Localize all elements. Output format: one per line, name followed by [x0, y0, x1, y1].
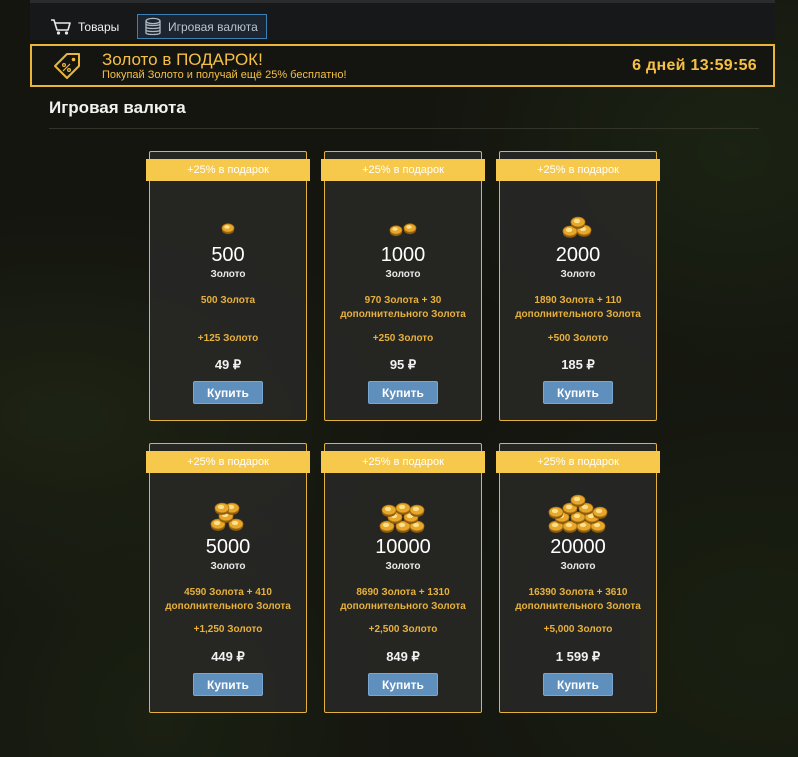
buy-button[interactable]: Купить — [368, 381, 438, 404]
promo-title: Золото в ПОДАРОК! — [102, 50, 263, 69]
promo-countdown-timer: 6 дней 13:59:56 — [632, 57, 757, 74]
pack-detail: 970 Золота + 30 дополнительного Золота — [340, 295, 466, 320]
pack-price: 1 599 ₽ — [555, 649, 601, 664]
pack-bonus: +500 Золото — [547, 333, 609, 344]
gold-coins-icon — [150, 198, 306, 242]
pack-price: 449 ₽ — [211, 649, 245, 664]
buy-button[interactable]: Купить — [193, 673, 263, 696]
buy-button[interactable]: Купить — [543, 381, 613, 404]
tab-goods-label: Товары — [78, 19, 120, 34]
pack-bonus: +2,500 Золото — [368, 624, 438, 635]
pack-detail: 16390 Золота + 3610 дополнительного Золо… — [515, 587, 641, 612]
top-nav-bar: Товары Игровая валюта — [30, 0, 775, 40]
pack-card: +25% в подарок 10000 Золото 8690 Золота … — [321, 443, 485, 713]
buy-button[interactable]: Купить — [368, 673, 438, 696]
pack-currency-label: Золото — [560, 561, 596, 572]
bonus-ribbon: +25% в подарок — [496, 451, 660, 473]
pack-detail: 8690 Золота + 1310 дополнительного Золот… — [340, 587, 466, 612]
pack-bonus: +125 Золото — [197, 333, 259, 344]
pack-price: 849 ₽ — [386, 649, 420, 664]
pack-currency-label: Золото — [560, 269, 596, 280]
pack-detail: 500 Золота — [200, 295, 256, 306]
gold-coins-graphic — [389, 223, 417, 237]
gold-coins-graphic — [221, 223, 235, 235]
gold-coins-icon — [325, 198, 481, 242]
gold-coins-graphic — [562, 216, 592, 238]
gold-coins-graphic — [548, 494, 608, 533]
pack-currency-label: Золото — [385, 269, 421, 280]
tab-goods[interactable]: Товары — [50, 14, 119, 39]
page-title: Игровая валюта — [49, 98, 186, 117]
pack-price: 49 ₽ — [214, 357, 242, 372]
pack-amount: 1000 — [380, 244, 426, 266]
pack-card: +25% в подарок 1000 Золото 970 Золота + … — [321, 151, 485, 421]
bonus-ribbon: +25% в подарок — [496, 159, 660, 181]
buy-button[interactable]: Купить — [543, 673, 613, 696]
pack-card: +25% в подарок 2000 Золото 1890 Золота +… — [496, 151, 660, 421]
tab-game-currency-label: Игровая валюта — [168, 19, 258, 34]
gold-coins-graphic — [210, 502, 244, 531]
pack-price: 185 ₽ — [561, 357, 595, 372]
bonus-ribbon: +25% в подарок — [321, 159, 485, 181]
pack-amount: 10000 — [375, 536, 431, 558]
bonus-ribbon: +25% в подарок — [146, 451, 310, 473]
gold-coins-icon — [150, 490, 306, 534]
pack-bonus: +5,000 Золото — [543, 624, 613, 635]
promo-banner: Золото в ПОДАРОК! Покупай Золото и получ… — [30, 44, 775, 87]
pack-card: +25% в подарок 20000 Золото 16390 Золота… — [496, 443, 660, 713]
pack-amount: 500 — [211, 244, 245, 266]
coin-stack-icon — [145, 17, 161, 36]
pack-currency-label: Золото — [210, 269, 246, 280]
gold-coins-icon — [500, 490, 656, 534]
pack-bonus: +1,250 Золото — [193, 624, 263, 635]
pack-price: 95 ₽ — [389, 357, 417, 372]
pack-detail: 1890 Золота + 110 дополнительного Золота — [515, 295, 641, 320]
gold-coins-icon — [500, 198, 656, 242]
bonus-ribbon: +25% в подарок — [321, 451, 485, 473]
title-divider — [49, 128, 759, 129]
pack-detail: 4590 Золота + 410 дополнительного Золота — [165, 587, 291, 612]
buy-button[interactable]: Купить — [193, 381, 263, 404]
pack-amount: 2000 — [555, 244, 601, 266]
pack-currency-label: Золото — [210, 561, 246, 572]
gold-coins-icon — [325, 490, 481, 534]
pack-card: +25% в подарок 5000 Золото 4590 Золота +… — [146, 443, 310, 713]
gold-coins-graphic — [379, 502, 425, 533]
pack-amount: 20000 — [550, 536, 606, 558]
pack-currency-label: Золото — [385, 561, 421, 572]
pack-amount: 5000 — [205, 536, 251, 558]
cart-icon — [51, 18, 71, 35]
pack-bonus: +250 Золото — [372, 333, 434, 344]
promo-subtitle: Покупай Золото и получай ещё 25% бесплат… — [102, 69, 347, 81]
pack-card: +25% в подарок 500 Золото 500 Золота +12… — [146, 151, 310, 421]
tab-game-currency[interactable]: Игровая валюта — [137, 14, 267, 39]
price-tag-icon — [54, 53, 80, 79]
bonus-ribbon: +25% в подарок — [146, 159, 310, 181]
